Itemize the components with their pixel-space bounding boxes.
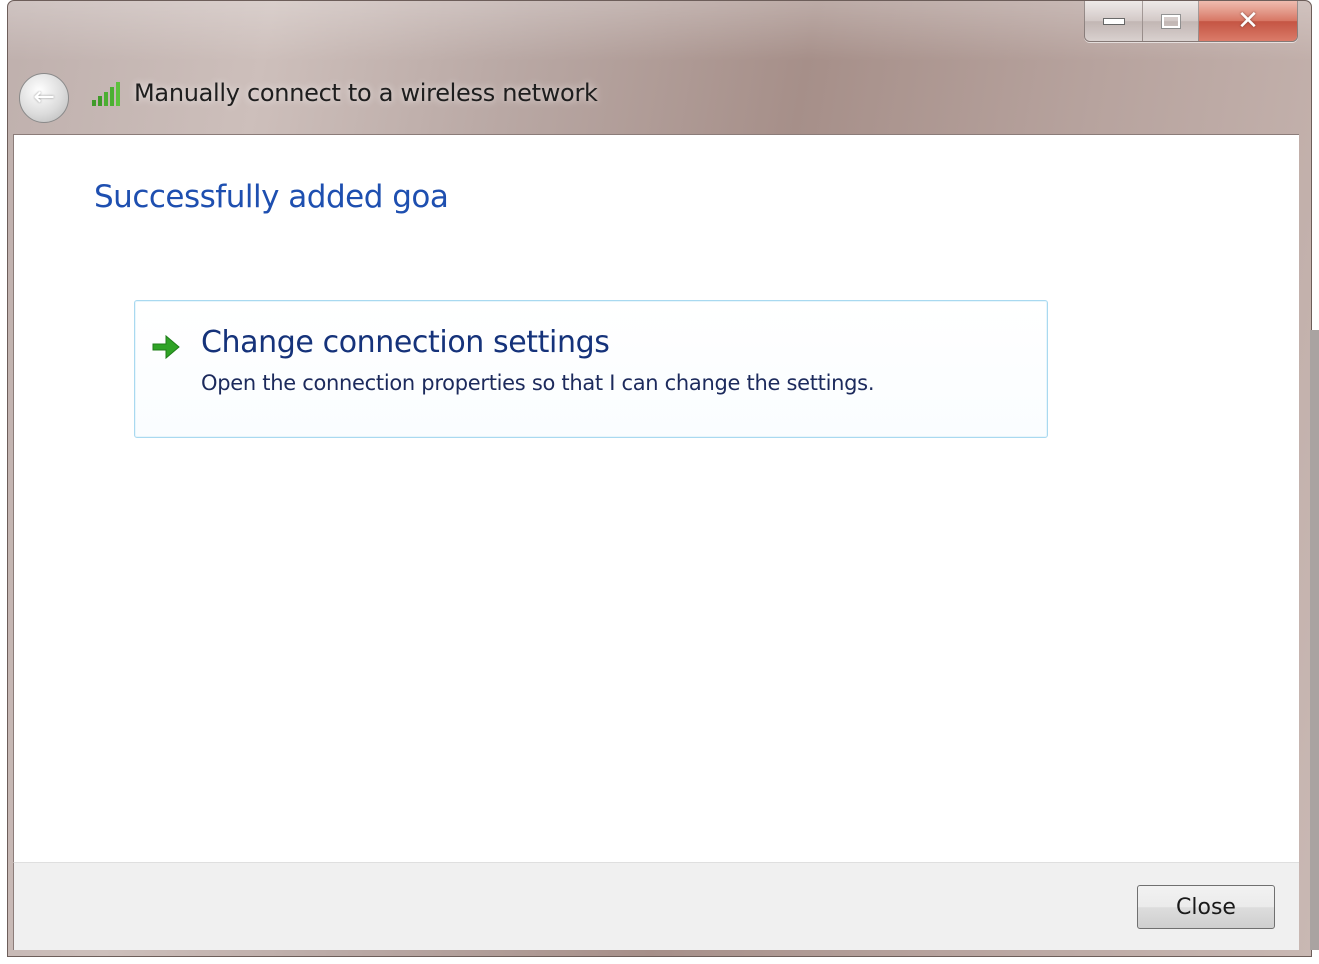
footer-bar: Close (13, 862, 1299, 950)
caption-buttons: ✕ (1084, 1, 1298, 42)
page-heading: Successfully added goa (94, 179, 449, 215)
minimize-icon (1102, 17, 1125, 25)
wizard-window: ✕ ← Manually connect to a wireless netwo… (7, 0, 1312, 957)
window-close-button[interactable]: ✕ (1199, 1, 1297, 41)
close-icon: ✕ (1237, 6, 1259, 36)
back-button[interactable]: ← (19, 73, 69, 123)
maximize-button[interactable] (1143, 1, 1199, 41)
maximize-icon (1160, 13, 1181, 29)
close-button[interactable]: Close (1137, 885, 1275, 929)
command-link-title: Change connection settings (201, 325, 610, 360)
green-arrow-icon (152, 334, 180, 360)
window-edge (1310, 330, 1319, 950)
window-title: Manually connect to a wireless network (134, 79, 598, 107)
wireless-signal-icon (92, 82, 120, 106)
content-area: Successfully added goa Change connection… (13, 134, 1299, 862)
change-connection-settings-link[interactable]: Change connection settings Open the conn… (134, 300, 1048, 438)
minimize-button[interactable] (1085, 1, 1143, 41)
back-arrow-icon: ← (33, 81, 55, 112)
command-link-description: Open the connection properties so that I… (201, 371, 875, 395)
